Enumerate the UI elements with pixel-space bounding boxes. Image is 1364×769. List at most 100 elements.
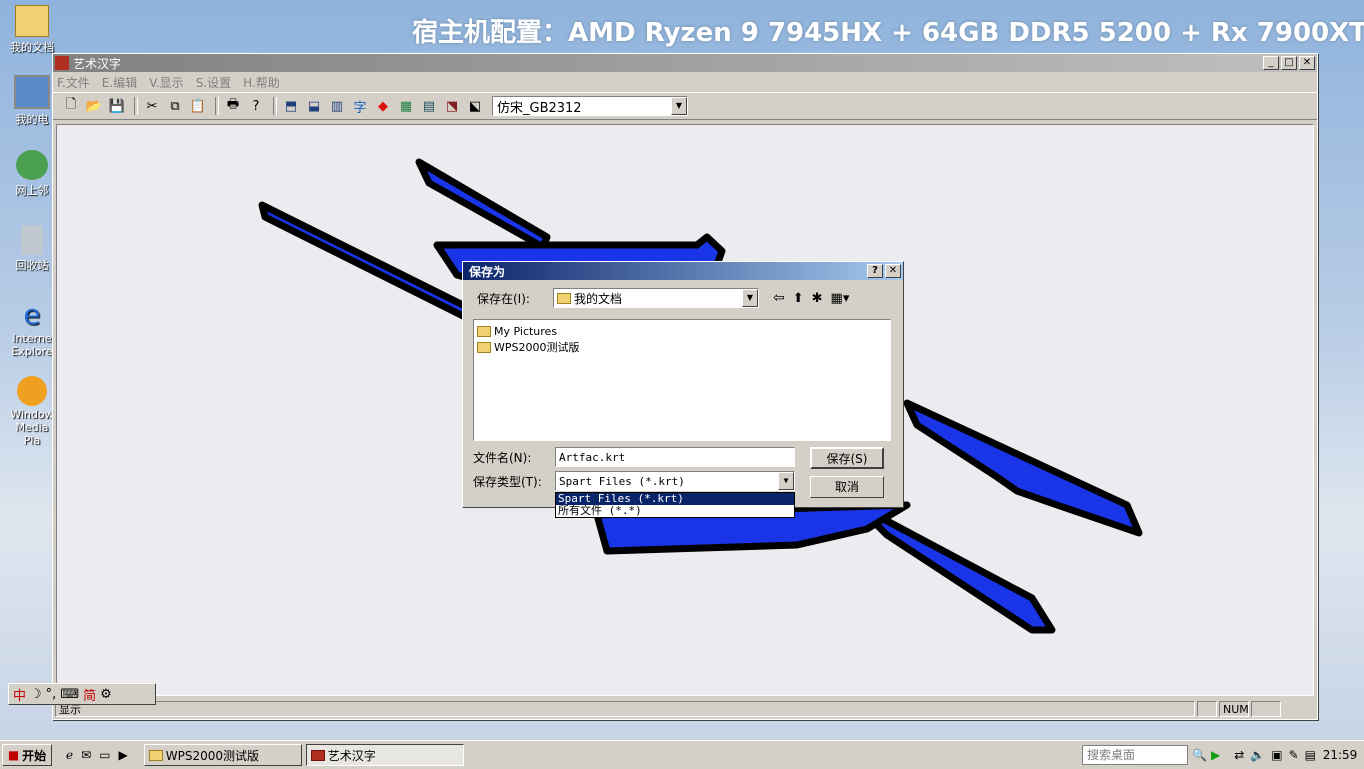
quick-launch-outlook-icon[interactable]: ✉ — [81, 748, 91, 762]
network-icon — [16, 150, 48, 180]
list-item[interactable]: WPS2000测试版 — [477, 339, 887, 355]
system-tray: 搜索桌面 🔍 ▶ ⇄ 🔈 ▣ ✎ ▤ 21:59 — [1082, 744, 1364, 766]
app-icon — [55, 56, 69, 70]
filetype-select[interactable]: Spart Files (*.krt) ▼ — [555, 471, 795, 491]
list-item[interactable]: My Pictures — [477, 323, 887, 339]
copy-icon[interactable]: ⧉ — [165, 96, 185, 116]
filetype-label: 保存类型(T): — [473, 474, 542, 489]
tray-pen-icon[interactable]: ✎ — [1289, 748, 1299, 762]
computer-icon — [14, 75, 50, 109]
filename-field[interactable]: Artfac.krt — [555, 447, 795, 467]
ime-moon-icon[interactable]: ☽ — [30, 687, 42, 702]
tray-monitor-icon[interactable]: ▤ — [1305, 748, 1316, 762]
help-icon[interactable]: ? — [246, 96, 266, 116]
desktop-icon-media-player[interactable]: Window Media Pla — [6, 376, 58, 447]
start-button[interactable]: ■ 开始 — [2, 744, 52, 766]
desktop-icon-my-documents[interactable]: 我的文档 — [6, 5, 58, 55]
windows-logo-icon: ■ — [7, 748, 20, 762]
menu-settings[interactable]: S.设置 — [196, 74, 231, 91]
ime-toolbar: 中 ☽ °, ⌨ 简 ⚙ — [8, 683, 156, 705]
ime-language[interactable]: 中 — [13, 685, 26, 704]
desktop-icon-internet-explorer[interactable]: e Interne Explore — [6, 298, 58, 359]
quick-launch-desktop-icon[interactable]: ▭ — [99, 748, 110, 762]
dialog-titlebar[interactable]: 保存为 ? ✕ — [463, 262, 903, 280]
ime-simplified[interactable]: 简 — [83, 685, 96, 704]
dialog-help-button[interactable]: ? — [867, 264, 883, 278]
back-icon[interactable]: ⇦ — [773, 290, 785, 306]
ime-punct-icon[interactable]: °, — [46, 687, 57, 702]
dialog-title: 保存为 — [469, 264, 506, 279]
app-titlebar[interactable]: 艺术汉字 _ □ ✕ — [53, 54, 1317, 72]
font-select[interactable]: 仿宋_GB2312 ▼ — [492, 96, 688, 116]
effect-icon[interactable]: ⬔ — [442, 96, 462, 116]
minimize-button[interactable]: _ — [1263, 56, 1279, 70]
text-layout-icon[interactable]: ▥ — [327, 96, 347, 116]
go-arrow-icon[interactable]: ▶ — [1211, 748, 1220, 762]
menu-help[interactable]: H.帮助 — [243, 74, 280, 91]
network-tray-icon[interactable]: ⇄ — [1234, 748, 1244, 762]
paste-icon[interactable]: 📋 — [188, 96, 208, 116]
ime-settings-icon[interactable]: ⚙ — [100, 687, 112, 702]
filename-label: 文件名(N): — [473, 450, 532, 465]
chevron-down-icon[interactable]: ▼ — [671, 97, 687, 115]
grid-icon[interactable]: ▦ — [396, 96, 416, 116]
menu-edit[interactable]: E.编辑 — [102, 74, 137, 91]
media-player-icon — [17, 376, 47, 406]
app-icon — [310, 749, 325, 761]
quick-launch-ie-icon[interactable]: ℯ — [66, 748, 73, 762]
chevron-down-icon[interactable]: ▼ — [778, 472, 794, 490]
import-icon[interactable]: ⬒ — [281, 96, 301, 116]
taskbar: ■ 开始 ℯ ✉ ▭ ▶ WPS2000测试版 艺术汉字 搜索桌面 🔍 ▶ ⇄ … — [0, 740, 1364, 769]
desktop-icon-network[interactable]: 网上邻 — [6, 150, 58, 198]
desktop-icon-recycle-bin[interactable]: 回收站 — [6, 225, 58, 273]
frame-icon[interactable]: ▤ — [419, 96, 439, 116]
cancel-button[interactable]: 取消 — [810, 476, 884, 498]
recycle-bin-icon — [21, 225, 43, 255]
toolbar: 🗋 📂 💾 ✂ ⧉ 📋 🖶 ? ⬒ ⬓ ▥ 字 ◆ ▦ ▤ ⬔ ⬕ 仿宋_GB2… — [53, 92, 1317, 120]
view-menu-icon[interactable]: ▦▾ — [831, 291, 850, 306]
folder-icon — [148, 749, 163, 761]
cut-icon[interactable]: ✂ — [142, 96, 162, 116]
color-icon[interactable]: ◆ — [373, 96, 393, 116]
status-text: 显示 — [55, 701, 1195, 717]
chevron-down-icon[interactable]: ▼ — [742, 289, 758, 307]
save-button[interactable]: 保存(S) — [810, 447, 884, 469]
menu-file[interactable]: F.文件 — [57, 74, 90, 91]
save-in-label: 保存在(I): — [477, 291, 530, 306]
tray-app-icon[interactable]: ▣ — [1271, 748, 1282, 762]
taskbar-item-artfont[interactable]: 艺术汉字 — [305, 744, 464, 766]
maximize-button[interactable]: □ — [1281, 56, 1297, 70]
clock: 21:59 — [1322, 748, 1358, 762]
wallpaper-banner: 宿主机配置：AMD Ryzen 9 7945HX + 64GB DDR5 520… — [412, 18, 1364, 48]
save-icon[interactable]: 💾 — [107, 96, 127, 116]
menu-view[interactable]: V.显示 — [149, 74, 183, 91]
taskbar-item-wps[interactable]: WPS2000测试版 — [143, 744, 302, 766]
search-icon[interactable]: 🔍 — [1192, 748, 1207, 762]
folder-icon — [15, 5, 49, 37]
dropdown-option[interactable]: 所有文件 (*.*) — [556, 505, 794, 517]
open-icon[interactable]: 📂 — [84, 96, 104, 116]
save-as-dialog: 保存为 ? ✕ 保存在(I): 我的文档 ▼ ⇦ ⬆ ✱ ▦▾ My Pictu… — [462, 261, 904, 518]
volume-icon[interactable]: 🔈 — [1250, 748, 1265, 762]
folder-icon — [477, 325, 491, 337]
ime-keyboard-icon[interactable]: ⌨ — [60, 687, 79, 702]
internet-explorer-icon: e — [23, 298, 41, 331]
export-icon[interactable]: ⬓ — [304, 96, 324, 116]
dialog-close-button[interactable]: ✕ — [885, 264, 901, 278]
new-icon[interactable]: 🗋 — [61, 96, 81, 116]
filetype-dropdown-list: Spart Files (*.krt) 所有文件 (*.*) — [555, 492, 795, 518]
new-folder-icon[interactable]: ✱ — [812, 291, 823, 306]
quick-launch-media-icon[interactable]: ▶ — [119, 748, 128, 762]
folder-icon — [477, 341, 491, 353]
menubar: F.文件 E.编辑 V.显示 S.设置 H.帮助 — [53, 72, 1317, 92]
print-icon[interactable]: 🖶 — [223, 96, 243, 116]
close-button[interactable]: ✕ — [1299, 56, 1315, 70]
character-icon[interactable]: 字 — [350, 96, 370, 116]
statusbar: 显示 NUM — [53, 699, 1317, 719]
desktop-icon-my-computer[interactable]: 我的电 — [6, 75, 58, 127]
file-list[interactable]: My Pictures WPS2000测试版 — [473, 319, 891, 441]
desktop-search-input[interactable]: 搜索桌面 — [1082, 745, 1189, 765]
shadow-icon[interactable]: ⬕ — [465, 96, 485, 116]
save-in-select[interactable]: 我的文档 ▼ — [553, 288, 759, 308]
up-folder-icon[interactable]: ⬆ — [793, 291, 804, 306]
